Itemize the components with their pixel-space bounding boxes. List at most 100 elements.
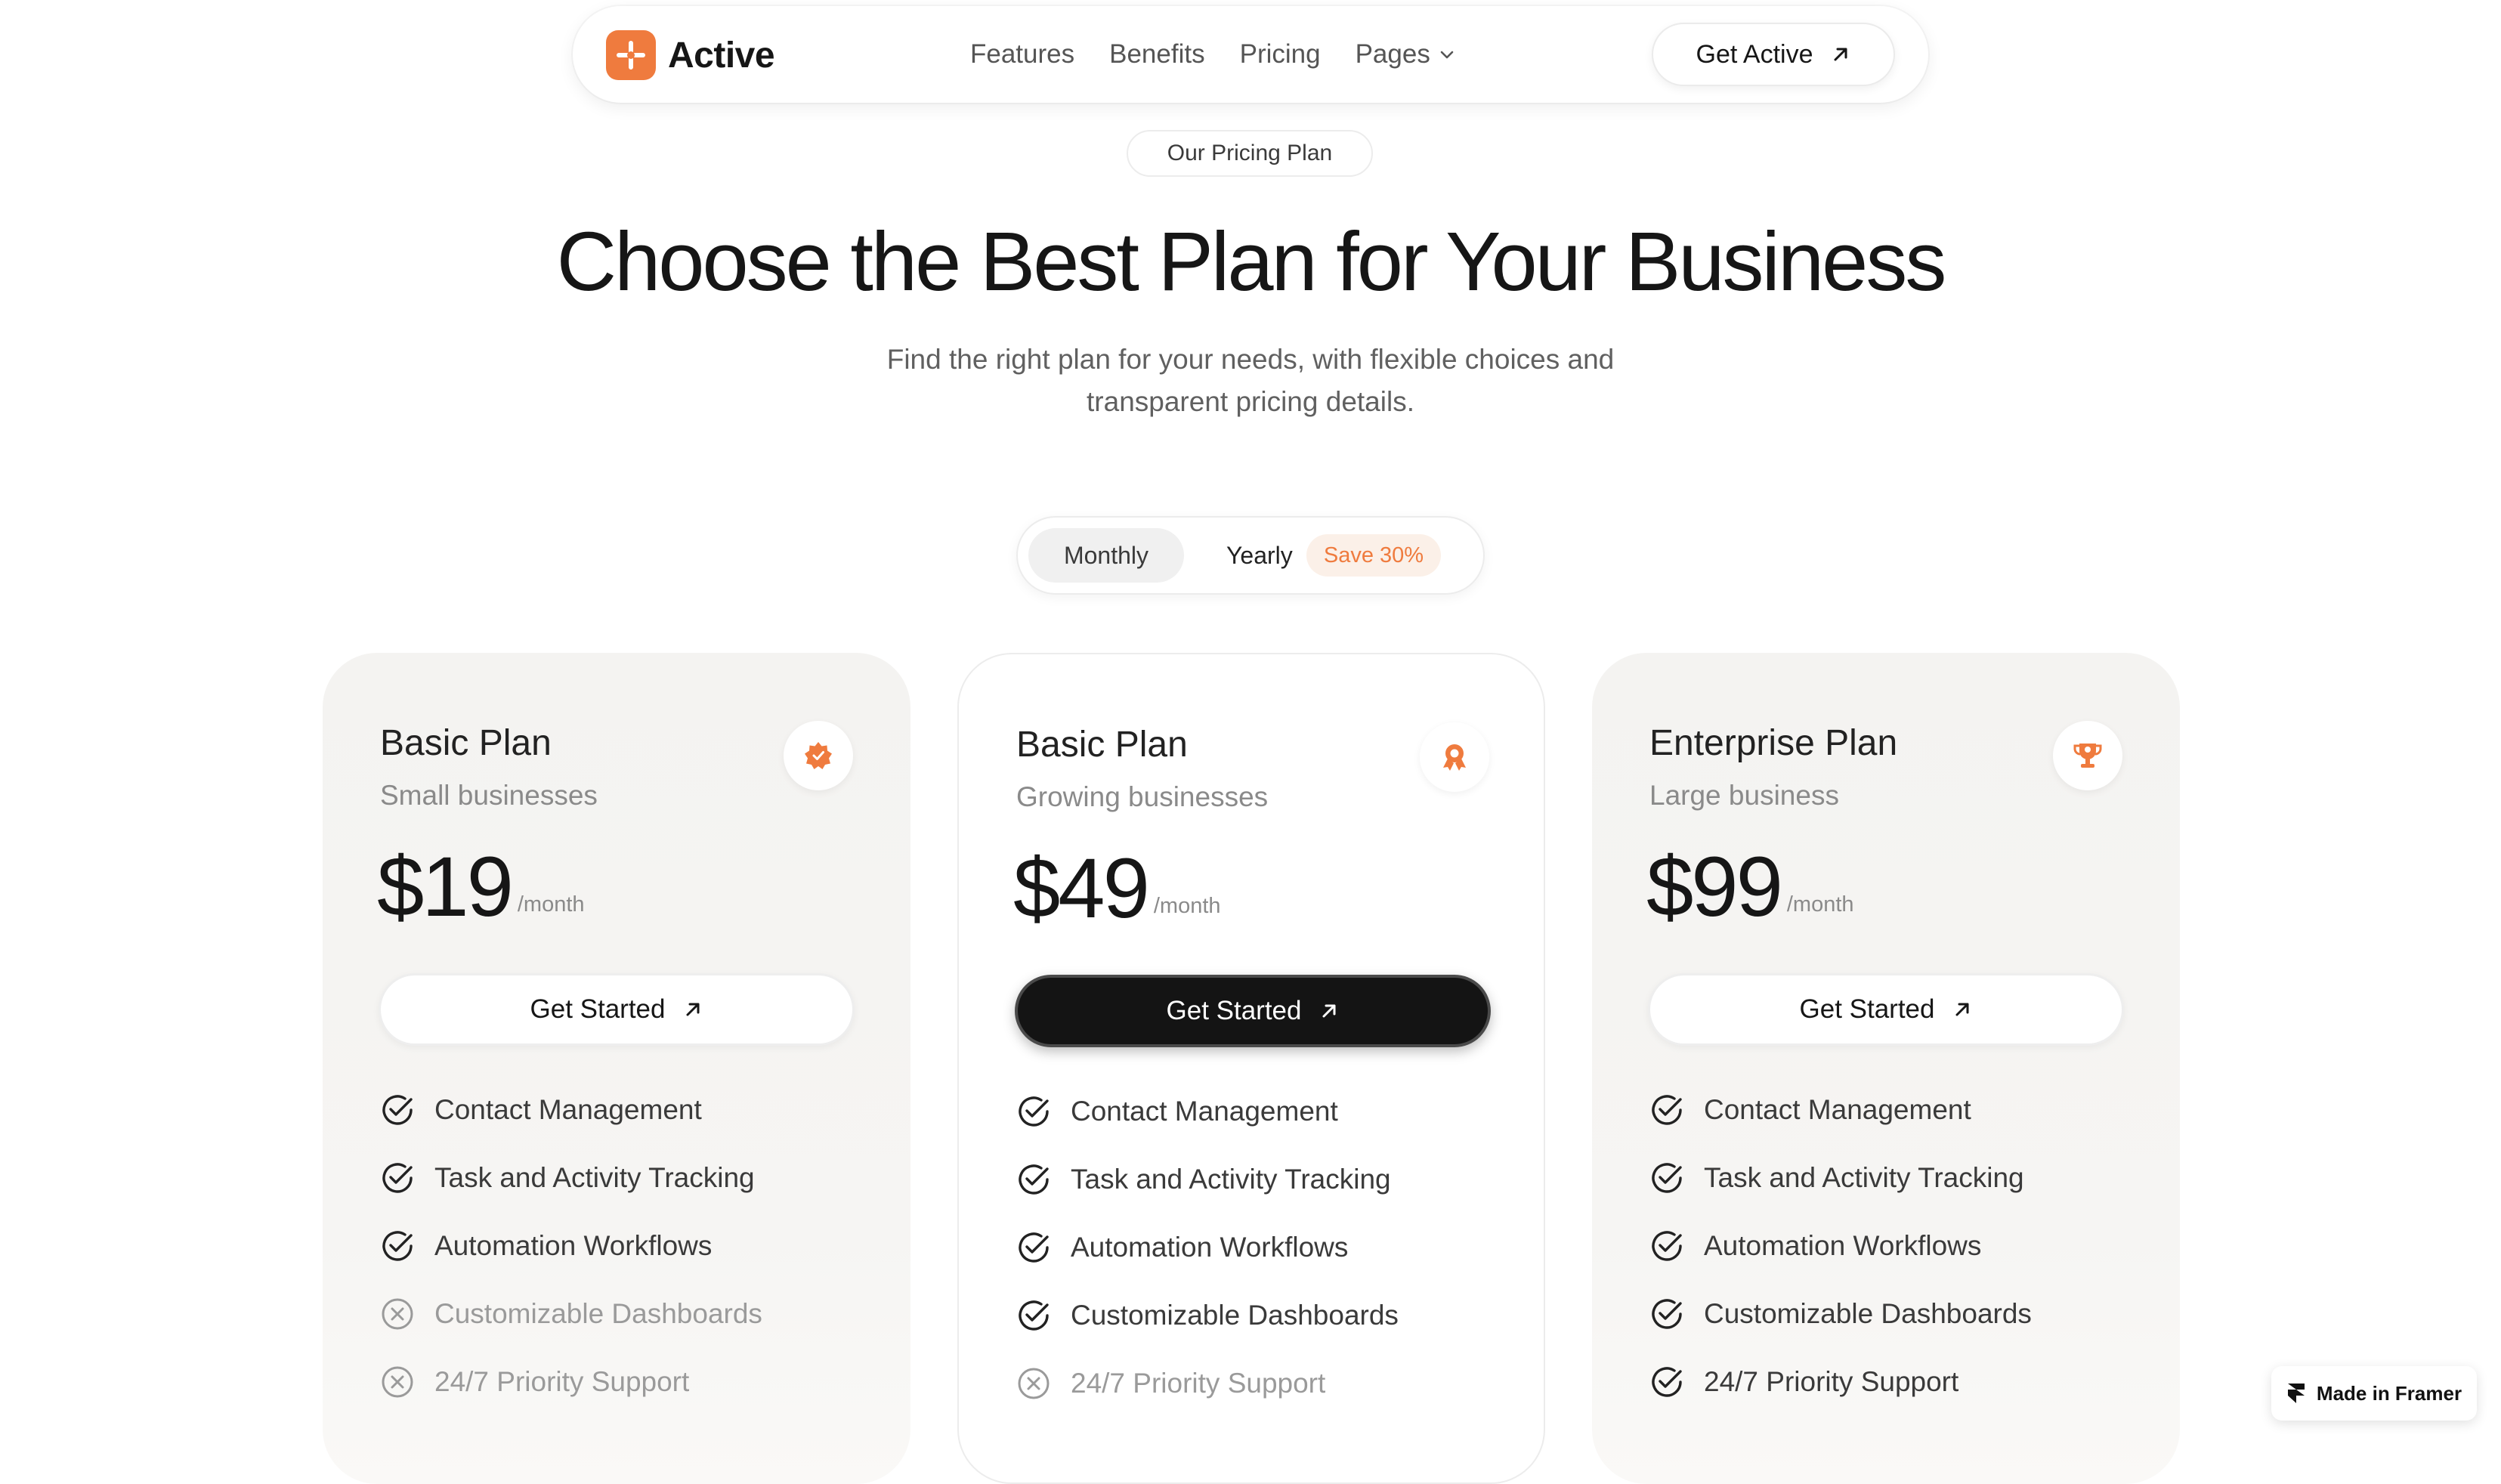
arrow-up-right-icon: [1834, 48, 1847, 61]
feature-item: Automation Workflows: [1648, 1212, 2032, 1280]
feature-list: Contact Management Task and Activity Tra…: [1015, 1077, 1399, 1418]
feature-item: Customizable Dashboards: [1648, 1280, 2032, 1348]
plan-name: Enterprise Plan: [1649, 723, 1898, 763]
x-circle-icon: [379, 1295, 416, 1333]
get-started-button[interactable]: Get Started: [1015, 975, 1491, 1047]
feature-label: 24/7 Priority Support: [434, 1366, 690, 1397]
nav-link-benefits[interactable]: Benefits: [1109, 39, 1204, 70]
plan-name: Basic Plan: [1016, 725, 1188, 765]
check-circle-icon: [379, 1227, 416, 1265]
save-badge: Save 30%: [1306, 534, 1441, 577]
check-circle-icon: [1648, 1363, 1686, 1401]
plan-price: $49: [1013, 841, 1150, 935]
section-badge: Our Pricing Plan: [1127, 130, 1373, 177]
toggle-monthly[interactable]: Monthly: [1028, 528, 1184, 583]
subtitle-line-1: Find the right plan for your needs, with…: [886, 344, 1615, 375]
framer-badge-label: Made in Framer: [2316, 1381, 2462, 1405]
get-active-button[interactable]: Get Active: [1652, 23, 1895, 86]
plan-period: /month: [1153, 894, 1221, 918]
check-circle-icon: [1648, 1227, 1686, 1265]
arrow-up-right-icon: [1955, 1003, 1969, 1016]
check-circle-icon: [1648, 1159, 1686, 1197]
x-circle-icon: [379, 1363, 416, 1401]
feature-label: Task and Activity Tracking: [1071, 1164, 1391, 1195]
feature-item: 24/7 Priority Support: [379, 1348, 762, 1416]
plan-name: Basic Plan: [380, 723, 552, 763]
feature-label: Customizable Dashboards: [1071, 1300, 1399, 1331]
nav-link-pages-label: Pages: [1355, 39, 1430, 69]
feature-item: Task and Activity Tracking: [1015, 1145, 1399, 1213]
navbar: Active Features Benefits Pricing Pages G…: [573, 6, 1928, 103]
billing-toggle: Monthly Yearly Save 30%: [1016, 516, 1485, 595]
feature-label: 24/7 Priority Support: [1704, 1366, 1959, 1397]
get-started-button[interactable]: Get Started: [1648, 973, 2124, 1046]
feature-label: Task and Activity Tracking: [1704, 1162, 2024, 1193]
feature-label: Contact Management: [1071, 1096, 1338, 1127]
pricing-card-enterprise: Enterprise Plan Large business $99 /mont…: [1592, 653, 2180, 1484]
made-in-framer-badge[interactable]: Made in Framer: [2271, 1366, 2477, 1421]
check-circle-icon: [1648, 1295, 1686, 1333]
plan-audience: Small businesses: [380, 780, 598, 811]
get-started-button[interactable]: Get Started: [379, 973, 855, 1046]
feature-item: Contact Management: [1015, 1077, 1399, 1145]
page-subtitle: Find the right plan for your needs, with…: [835, 339, 1666, 423]
plan-period: /month: [517, 892, 585, 917]
feature-label: Automation Workflows: [434, 1230, 713, 1261]
feature-label: Contact Management: [434, 1094, 702, 1125]
feature-label: Contact Management: [1704, 1094, 1971, 1125]
check-circle-icon: [1015, 1297, 1053, 1334]
arrow-up-right-icon: [1322, 1004, 1336, 1018]
check-circle-icon: [1648, 1091, 1686, 1129]
brand-name: Active: [668, 35, 775, 76]
price-row: $99 /month: [1646, 842, 1854, 932]
toggle-yearly[interactable]: Yearly: [1226, 528, 1293, 583]
nav-link-features[interactable]: Features: [970, 39, 1074, 70]
trophy-icon: [2053, 721, 2122, 790]
page-title: Choose the Best Plan for Your Business: [556, 215, 1947, 308]
feature-label: Automation Workflows: [1704, 1230, 1982, 1261]
arrow-up-right-icon: [686, 1003, 700, 1016]
feature-item: Contact Management: [1648, 1076, 2032, 1144]
check-circle-icon: [1015, 1229, 1053, 1266]
feature-item: 24/7 Priority Support: [1015, 1350, 1399, 1418]
feature-item: Automation Workflows: [1015, 1213, 1399, 1281]
price-row: $19 /month: [377, 842, 585, 932]
subtitle-line-2: transparent pricing details.: [1087, 386, 1414, 417]
feature-item: Customizable Dashboards: [379, 1280, 762, 1348]
feature-item: Task and Activity Tracking: [1648, 1144, 2032, 1212]
feature-item: Customizable Dashboards: [1015, 1281, 1399, 1350]
feature-list: Contact Management Task and Activity Tra…: [379, 1076, 762, 1416]
price-row: $49 /month: [1013, 843, 1221, 934]
plan-price: $19: [377, 839, 514, 934]
feature-label: Customizable Dashboards: [434, 1298, 762, 1329]
get-started-label: Get Started: [530, 994, 666, 1024]
pricing-card-growing: Basic Plan Growing businesses $49 /month…: [957, 653, 1545, 1484]
feature-label: Automation Workflows: [1071, 1232, 1349, 1263]
feature-label: Customizable Dashboards: [1704, 1298, 2032, 1329]
nav-link-pages[interactable]: Pages: [1356, 39, 1456, 70]
brand-logo[interactable]: Active: [606, 30, 775, 80]
feature-item: Task and Activity Tracking: [379, 1144, 762, 1212]
plan-audience: Large business: [1649, 780, 1839, 811]
plan-audience: Growing businesses: [1016, 781, 1269, 812]
feature-label: Task and Activity Tracking: [434, 1162, 755, 1193]
feature-item: 24/7 Priority Support: [1648, 1348, 2032, 1416]
check-circle-icon: [379, 1159, 416, 1197]
award-ribbon-icon: [1420, 722, 1489, 792]
x-circle-icon: [1015, 1365, 1053, 1402]
check-circle-icon: [379, 1091, 416, 1129]
plan-price: $99: [1646, 839, 1783, 934]
check-circle-icon: [1015, 1161, 1053, 1198]
framer-logo-icon: [2287, 1384, 2305, 1403]
feature-list: Contact Management Task and Activity Tra…: [1648, 1076, 2032, 1416]
plan-period: /month: [1786, 892, 1854, 917]
get-started-label: Get Started: [1166, 996, 1302, 1025]
chevron-down-icon: [1440, 51, 1454, 59]
check-circle-icon: [1015, 1093, 1053, 1130]
logo-mark-icon: [606, 30, 656, 80]
get-active-label: Get Active: [1696, 39, 1813, 69]
feature-item: Automation Workflows: [379, 1212, 762, 1280]
nav-link-pricing[interactable]: Pricing: [1240, 39, 1321, 70]
feature-label: 24/7 Priority Support: [1071, 1368, 1326, 1399]
pricing-card-basic: Basic Plan Small businesses $19 /month G…: [323, 653, 910, 1484]
